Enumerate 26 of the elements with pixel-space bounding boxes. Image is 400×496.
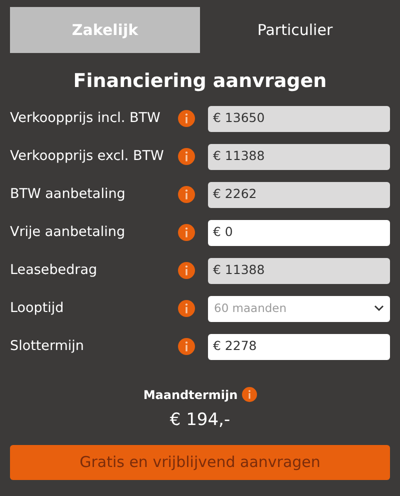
monthly-amount: € 194,-: [170, 408, 230, 432]
input-field[interactable]: € 11388: [208, 258, 390, 284]
info-icon[interactable]: [178, 262, 195, 279]
info-icon[interactable]: [178, 300, 195, 317]
chevron-down-icon: [374, 305, 384, 312]
form-title: Financiering aanvragen: [72, 69, 328, 94]
monthly-label: Maandtermijn: [143, 386, 238, 404]
input-field[interactable]: € 2262: [208, 182, 390, 208]
info-icon[interactable]: [242, 387, 257, 402]
info-icon[interactable]: [178, 186, 195, 203]
field-label: BTW aanbetaling: [10, 185, 126, 204]
input-field[interactable]: € 2278: [208, 334, 390, 360]
input-field[interactable]: € 13650: [208, 106, 390, 132]
field-label: Verkoopprijs incl. BTW: [10, 109, 162, 128]
field-label: Slottermijn: [10, 337, 85, 356]
field-label: Leasebedrag: [10, 261, 98, 280]
field-label: Vrije aanbetaling: [10, 223, 126, 242]
tab[interactable]: Particulier: [200, 7, 390, 53]
info-icon[interactable]: [178, 338, 195, 355]
field-label: Looptijd: [10, 299, 65, 318]
info-icon[interactable]: [178, 224, 195, 241]
input-field[interactable]: € 0: [208, 220, 390, 246]
field-label: Verkoopprijs excl. BTW: [10, 147, 165, 166]
info-icon[interactable]: [178, 148, 195, 165]
info-icon[interactable]: [178, 110, 195, 127]
input-field[interactable]: € 11388: [208, 144, 390, 170]
